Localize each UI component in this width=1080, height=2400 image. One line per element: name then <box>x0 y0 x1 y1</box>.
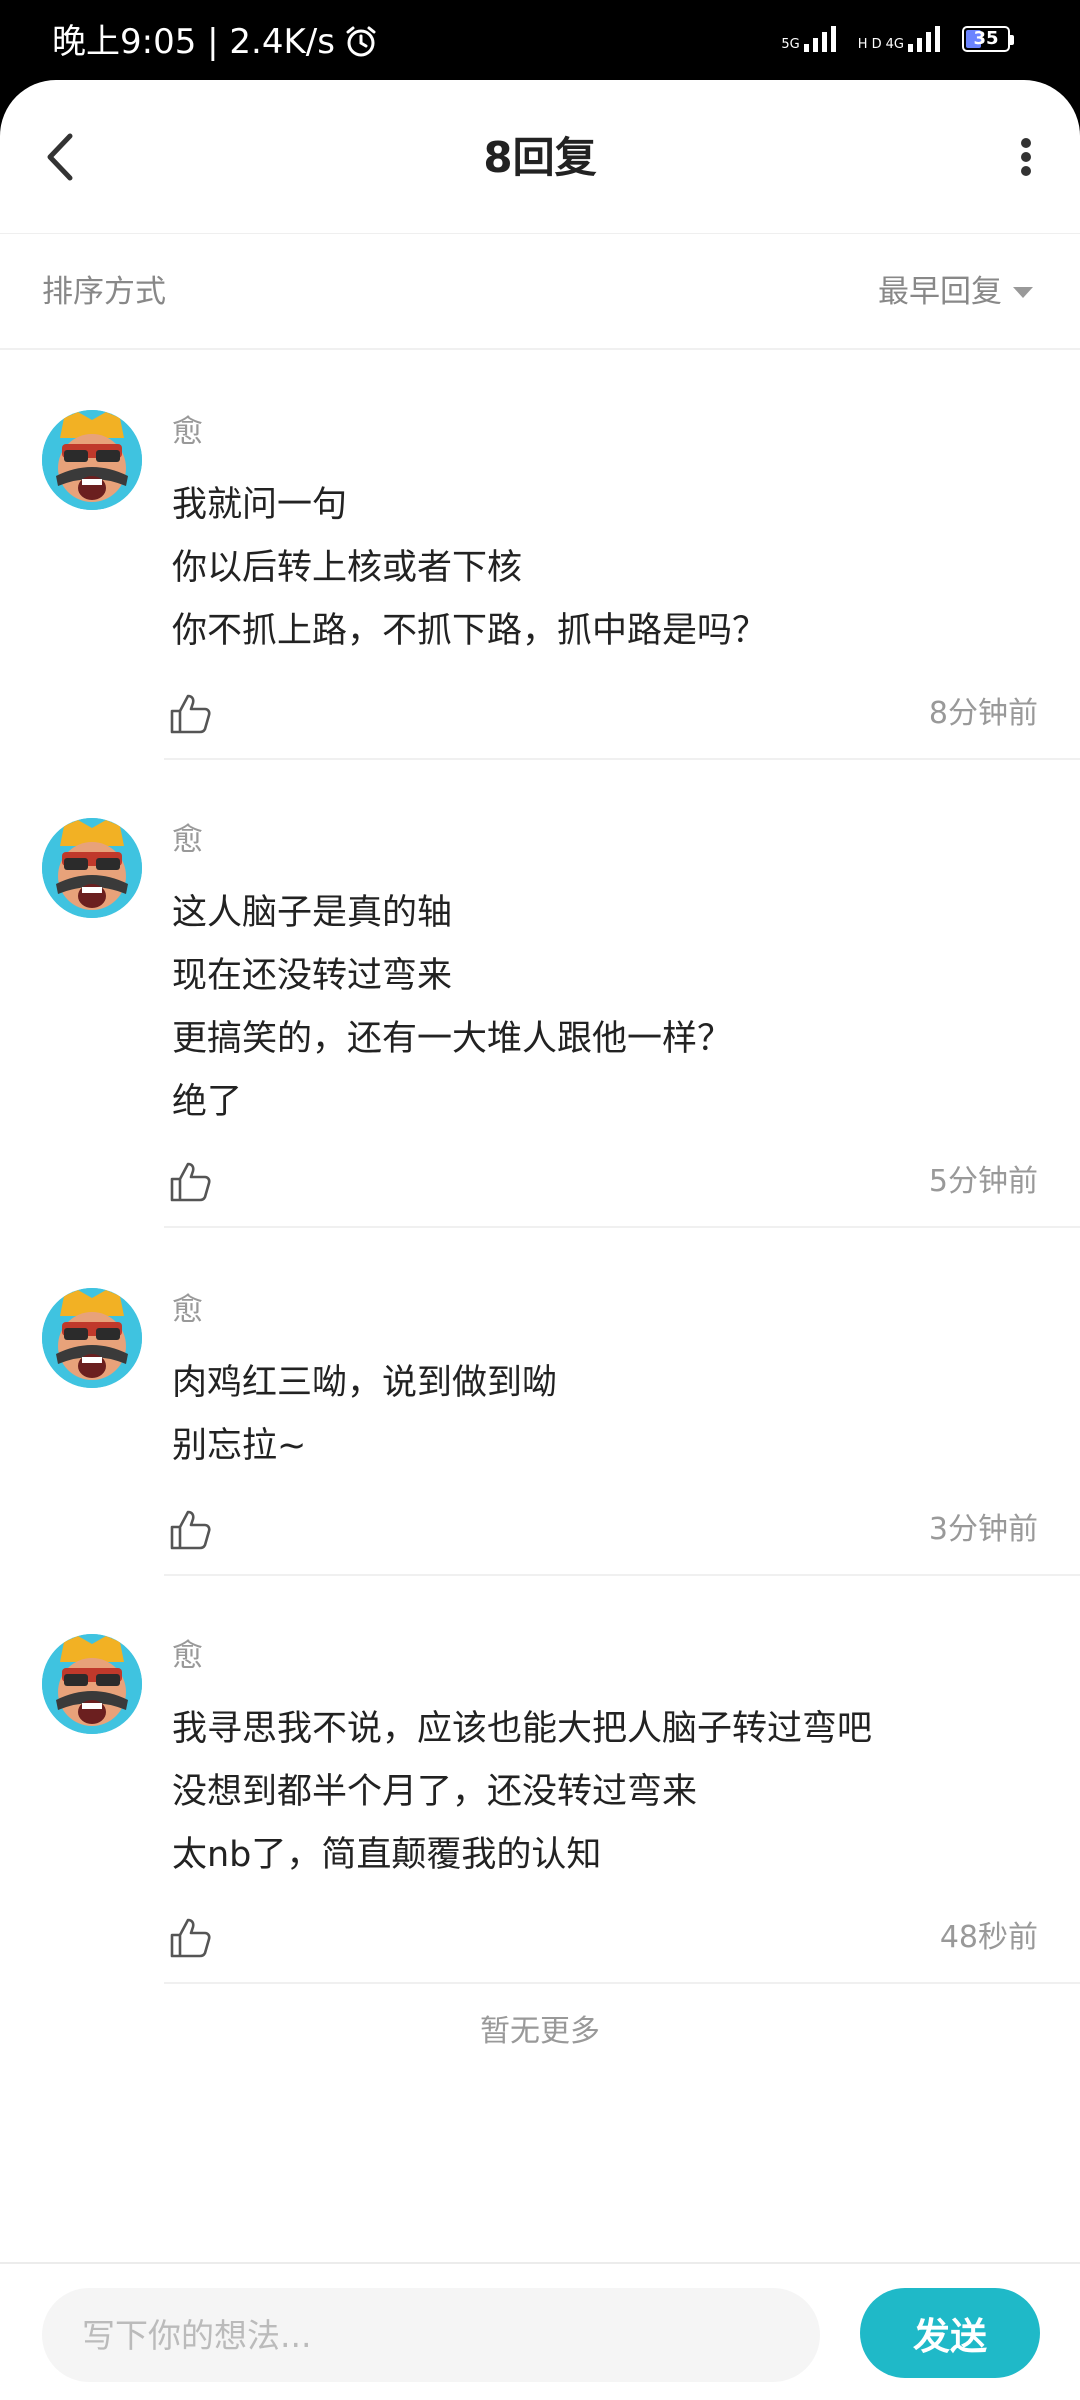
vertical-dots-icon <box>1021 138 1031 176</box>
king-avatar-image <box>42 1288 142 1388</box>
comment-line: 更搞笑的，还有一大堆人跟他一样？ <box>172 1019 733 1059</box>
comment-time: 5分钟前 <box>928 1164 1038 1199</box>
comment-time: 8分钟前 <box>928 696 1038 731</box>
comment-line: 没想到都半个月了，还没转过弯来 <box>172 1772 698 1812</box>
comment-line: 肉鸡红三呦，说到做到呦 <box>172 1363 558 1403</box>
divider <box>164 1982 1080 1984</box>
comment-line: 我就问一句 <box>172 485 348 525</box>
comment-author: 愈 <box>172 1292 203 1328</box>
comment-item: 愈 肉鸡红三呦，说到做到呦 别忘拉~ 3分钟前 <box>0 1288 1080 1578</box>
comment-line: 现在还没转过弯来 <box>172 956 453 996</box>
signal-5g: 5G <box>781 26 837 52</box>
king-avatar-image <box>42 818 142 918</box>
comment-text: 这人脑子是真的轴 现在还没转过弯来 更搞笑的，还有一大堆人跟他一样？ 绝了 <box>172 882 1032 1134</box>
sort-dropdown[interactable]: 最早回复 <box>878 270 1034 314</box>
comment-line: 这人脑子是真的轴 <box>172 893 453 933</box>
comment-line: 绝了 <box>172 1082 243 1122</box>
comment-line: 你以后转上核或者下核 <box>172 548 523 588</box>
sort-bar: 排序方式 最早回复 <box>0 234 1080 350</box>
avatar[interactable] <box>42 1634 142 1734</box>
comment-line: 我寻思我不说，应该也能大把人脑子转过弯吧 <box>172 1709 873 1749</box>
reply-sheet: 8回复 排序方式 最早回复 愈 我就问一句 你以后转上核或者下核 你不抓上路，不… <box>0 80 1080 2400</box>
comment-item: 愈 我寻思我不说，应该也能大把人脑子转过弯吧 没想到都半个月了，还没转过弯来 太… <box>0 1634 1080 1984</box>
network-5g-label: 5G <box>781 37 800 52</box>
caret-down-icon <box>1013 287 1033 298</box>
reply-composer: 发送 <box>0 2262 1080 2400</box>
reply-input[interactable] <box>42 2288 820 2382</box>
status-bar: 晚上9:05 | 2.4K/s 5G H D 4G 35 <box>0 0 1080 80</box>
thumbs-up-icon[interactable] <box>168 1916 212 1960</box>
thumbs-up-icon[interactable] <box>168 692 212 736</box>
avatar[interactable] <box>42 410 142 510</box>
comment-author: 愈 <box>172 414 203 450</box>
top-bar: 8回复 <box>0 80 1080 234</box>
comment-author: 愈 <box>172 822 203 858</box>
comment-line: 太nb了，简直颠覆我的认知 <box>172 1835 602 1875</box>
king-avatar-image <box>42 1634 142 1734</box>
comment-text: 我就问一句 你以后转上核或者下核 你不抓上路，不抓下路，抓中路是吗？ <box>172 474 1032 663</box>
signal-bars-icon <box>803 26 836 52</box>
avatar[interactable] <box>42 818 142 918</box>
network-4g-label: 4G <box>885 37 904 52</box>
no-more-text: 暂无更多 <box>480 2014 600 2049</box>
comment-time: 48秒前 <box>939 1920 1038 1955</box>
comment-line: 你不抓上路，不抓下路，抓中路是吗？ <box>172 611 768 651</box>
sort-value: 最早回复 <box>878 274 1002 310</box>
thumbs-up-icon[interactable] <box>168 1508 212 1552</box>
more-options-button[interactable] <box>996 122 1056 192</box>
send-button[interactable]: 发送 <box>860 2288 1040 2378</box>
thumbs-up-icon[interactable] <box>168 1160 212 1204</box>
signal-bars-icon <box>908 26 940 52</box>
network-hd-label: H D <box>857 37 882 52</box>
comment-text: 肉鸡红三呦，说到做到呦 别忘拉~ <box>172 1352 1032 1478</box>
king-avatar-image <box>42 410 142 510</box>
divider <box>164 758 1080 760</box>
battery-icon: 35 <box>962 26 1014 52</box>
page-title: 8回复 <box>483 133 597 182</box>
divider <box>164 1226 1080 1228</box>
comment-time: 3分钟前 <box>928 1512 1038 1547</box>
battery-level: 35 <box>973 28 999 49</box>
status-right: 5G H D 4G 35 <box>781 26 1014 52</box>
comment-author: 愈 <box>172 1638 203 1674</box>
comment-item: 愈 这人脑子是真的轴 现在还没转过弯来 更搞笑的，还有一大堆人跟他一样？ 绝了 … <box>0 818 1080 1228</box>
comment-line: 别忘拉~ <box>172 1426 307 1466</box>
divider <box>164 1574 1080 1576</box>
comment-text: 我寻思我不说，应该也能大把人脑子转过弯吧 没想到都半个月了，还没转过弯来 太nb… <box>172 1698 1032 1887</box>
status-left: 晚上9:05 | 2.4K/s <box>52 22 379 62</box>
status-time-speed: 晚上9:05 | 2.4K/s <box>52 22 335 62</box>
sort-label: 排序方式 <box>42 274 166 310</box>
avatar[interactable] <box>42 1288 142 1388</box>
comment-item: 愈 我就问一句 你以后转上核或者下核 你不抓上路，不抓下路，抓中路是吗？ 8分钟… <box>0 410 1080 760</box>
signal-4g: H D 4G <box>858 26 942 52</box>
alarm-clock-icon <box>346 26 376 57</box>
